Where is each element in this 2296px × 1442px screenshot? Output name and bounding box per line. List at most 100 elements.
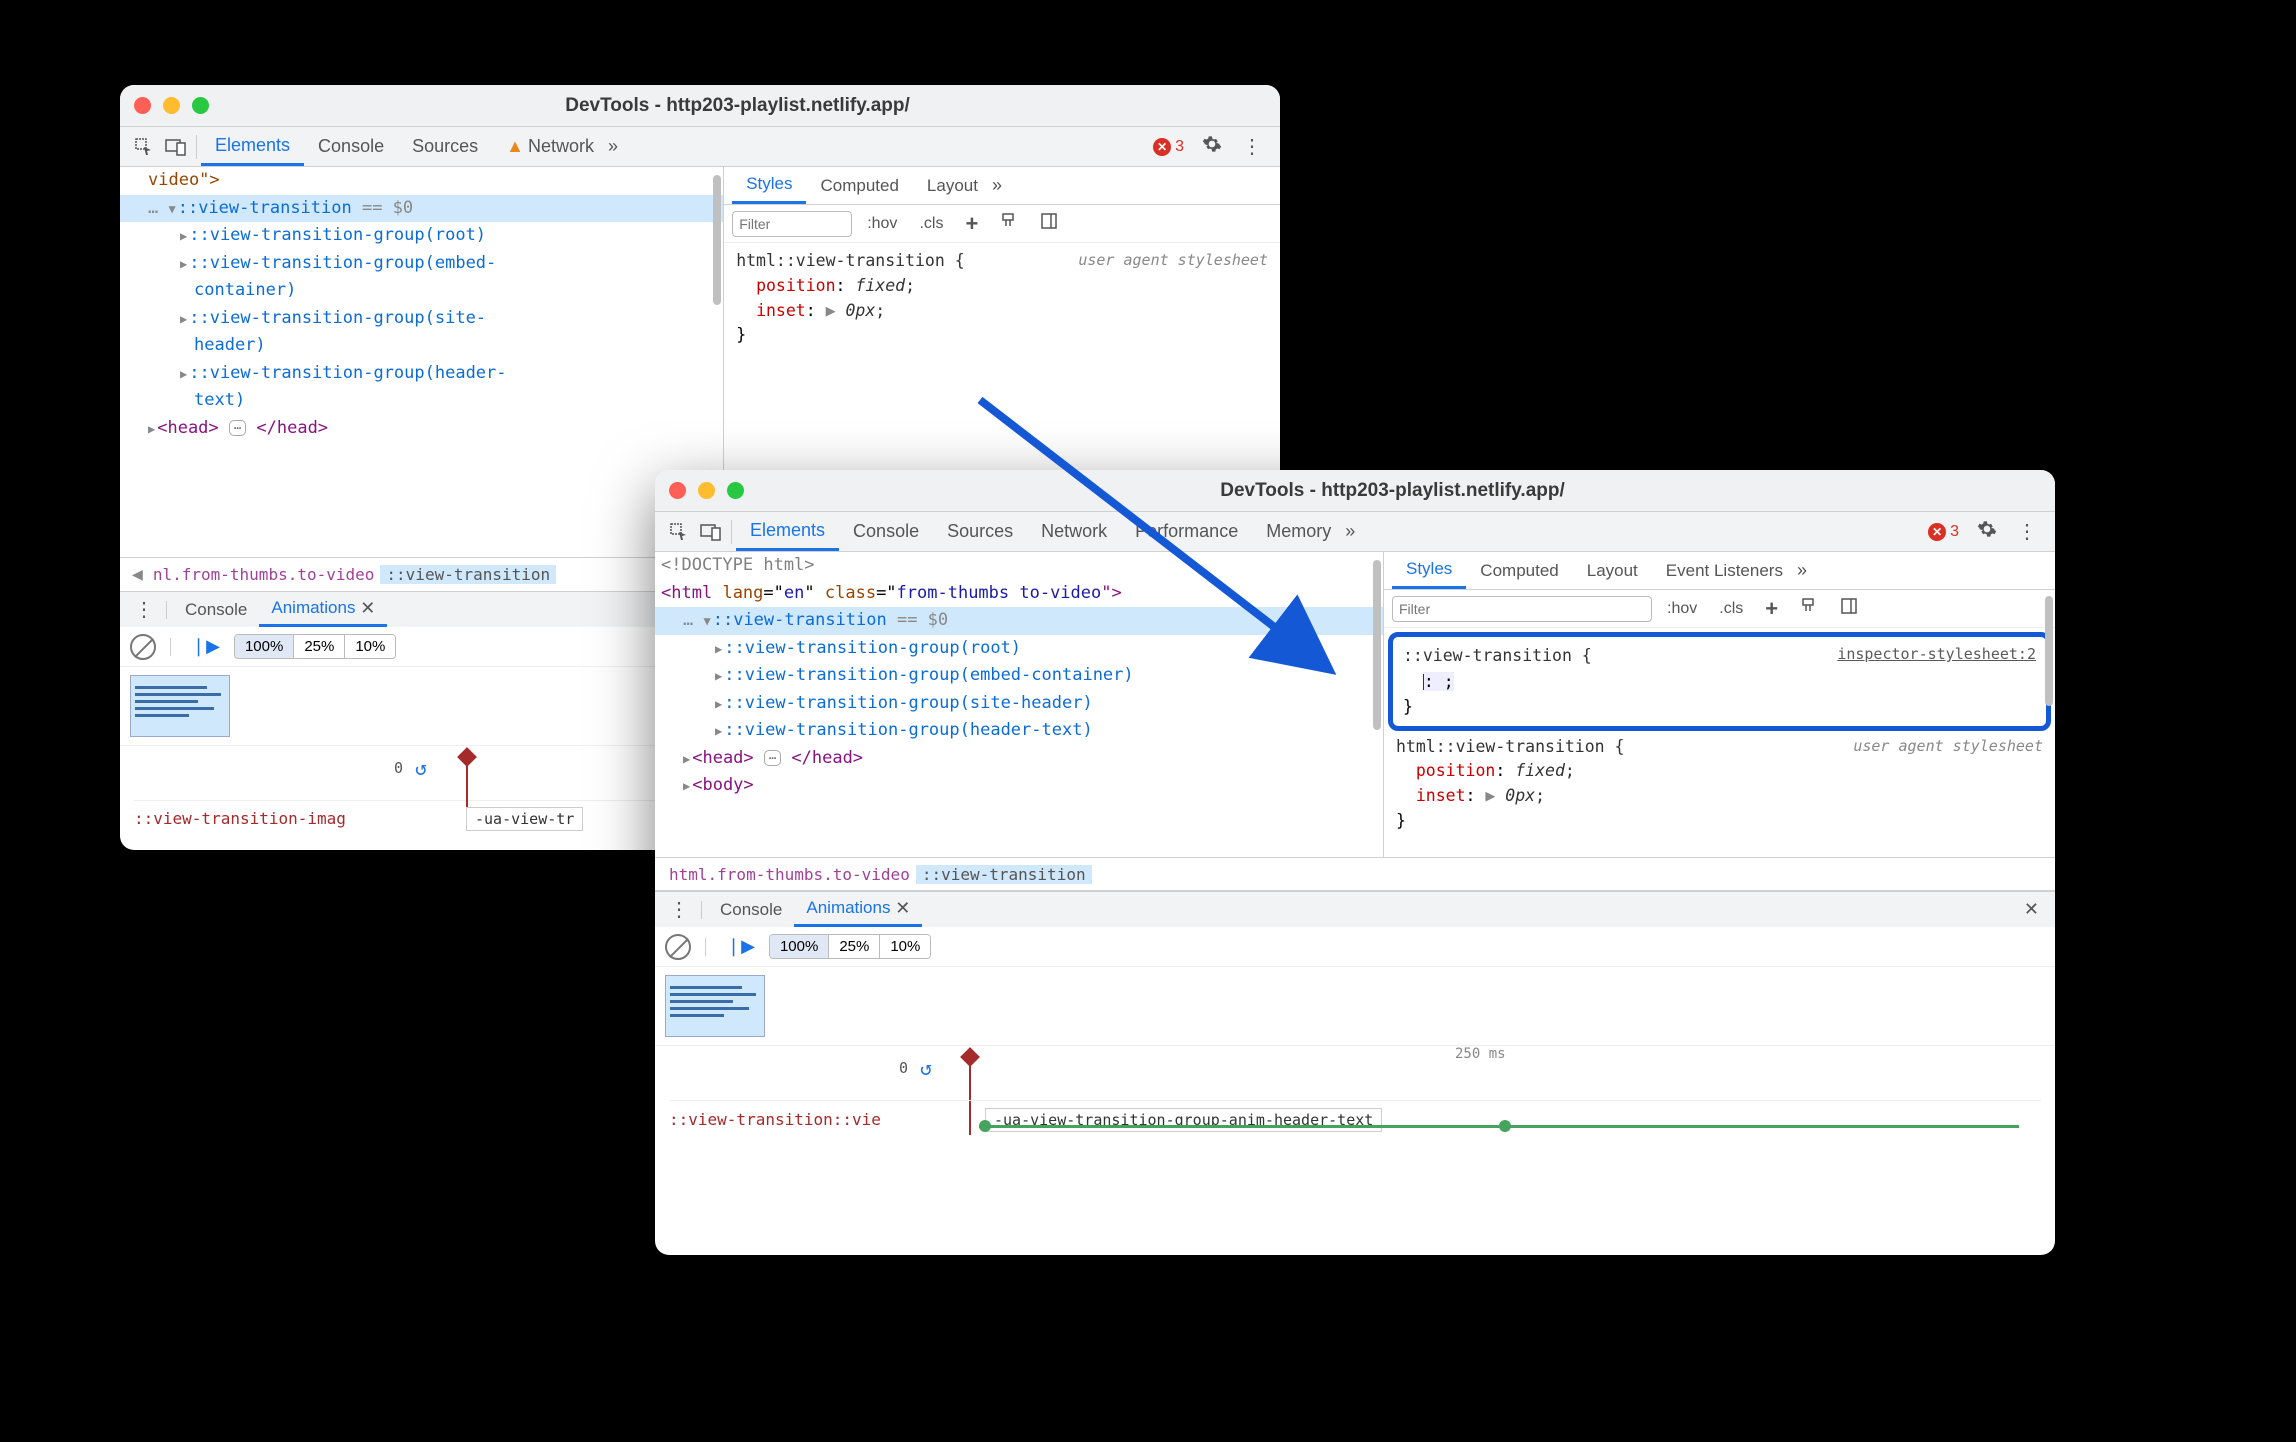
reload-icon[interactable]: ↺ [920, 1056, 932, 1080]
css-prop[interactable]: position [756, 276, 835, 295]
play-icon[interactable]: ❘▶ [185, 636, 226, 657]
drawer-tab-animations[interactable]: Animations ✕ [794, 892, 922, 927]
rule-selector[interactable]: ::view-transition { [1403, 646, 1592, 665]
tab-console[interactable]: Console [304, 127, 398, 166]
rule-source-link[interactable]: inspector-stylesheet:2 [1837, 643, 2036, 666]
zoom-icon[interactable] [192, 97, 209, 114]
dom-node[interactable]: video"> [120, 167, 723, 195]
animation-track[interactable] [979, 1125, 2019, 1128]
drawer-kebab-icon[interactable]: ⋮ [663, 897, 695, 922]
css-prop[interactable]: inset [1416, 786, 1466, 805]
stab-styles[interactable]: Styles [732, 167, 806, 204]
rule-selector[interactable]: html::view-transition { [1396, 737, 1624, 756]
minimize-icon[interactable] [163, 97, 180, 114]
stab-computed[interactable]: Computed [806, 167, 912, 204]
dom-node[interactable]: ▶::view-transition-group(root) [120, 222, 723, 250]
animation-thumbnail[interactable] [665, 975, 765, 1037]
dom-node[interactable]: ▶<head> ⋯ </head> [655, 745, 1383, 773]
error-count[interactable]: ✕3 [1145, 138, 1192, 156]
device-toggle-icon[interactable] [695, 523, 727, 541]
dom-node[interactable]: ▶::view-transition-group(site-header) [655, 690, 1383, 718]
stab-layout[interactable]: Layout [1573, 552, 1652, 589]
kebab-menu-icon[interactable]: ⋮ [2007, 519, 2047, 544]
device-toggle-icon[interactable] [160, 138, 192, 156]
close-icon[interactable]: ✕ [360, 598, 375, 619]
drawer-tab-console[interactable]: Console [708, 892, 794, 927]
speed-100[interactable]: 100% [770, 935, 829, 958]
speed-10[interactable]: 10% [345, 635, 395, 658]
dom-node[interactable]: ▶::view-transition-group(header- [120, 360, 723, 388]
styles-filter-input[interactable] [1392, 596, 1652, 622]
drawer-tab-console[interactable]: Console [173, 592, 259, 627]
tab-network[interactable]: Network [1027, 512, 1121, 551]
rule-source[interactable]: user agent stylesheet [1853, 735, 2043, 758]
stab-layout[interactable]: Layout [913, 167, 992, 204]
more-stabs-icon[interactable]: » [1797, 560, 1804, 581]
dom-node[interactable]: ▶::view-transition-group(header-text) [655, 717, 1383, 745]
close-icon[interactable]: ✕ [895, 898, 910, 919]
drawer-close-icon[interactable]: ✕ [2024, 899, 2047, 920]
animation-thumbnail[interactable] [130, 675, 230, 737]
cls-button[interactable]: .cls [912, 212, 950, 236]
settings-icon[interactable] [1192, 134, 1232, 160]
panel-icon[interactable] [1833, 594, 1865, 623]
tab-elements[interactable]: Elements [736, 512, 839, 551]
clear-icon[interactable] [665, 934, 691, 960]
empty-declaration[interactable]: : ; [1423, 672, 1454, 691]
speed-25[interactable]: 25% [829, 935, 880, 958]
tab-performance[interactable]: Performance [1121, 512, 1252, 551]
tab-elements[interactable]: Elements [201, 127, 304, 166]
scrollbar[interactable] [2045, 596, 2053, 706]
dom-node[interactable]: text) [120, 387, 723, 415]
speed-10[interactable]: 10% [880, 935, 930, 958]
brush-icon[interactable] [1793, 594, 1825, 623]
speed-25[interactable]: 25% [294, 635, 345, 658]
more-stabs-icon[interactable]: » [992, 175, 999, 196]
breadcrumb-item[interactable]: html.from-thumbs.to-video [663, 865, 916, 884]
speed-100[interactable]: 100% [235, 635, 294, 658]
scrollbar[interactable] [713, 175, 721, 305]
inspect-icon[interactable] [663, 522, 695, 542]
dom-node[interactable]: ▶::view-transition-group(root) [655, 635, 1383, 663]
reload-icon[interactable]: ↺ [415, 756, 427, 780]
dom-node[interactable]: ▶::view-transition-group(site- [120, 305, 723, 333]
dom-node[interactable]: container) [120, 277, 723, 305]
rule-source[interactable]: user agent stylesheet [1078, 249, 1268, 272]
drawer-kebab-icon[interactable]: ⋮ [128, 597, 160, 622]
stab-computed[interactable]: Computed [1466, 552, 1572, 589]
dom-node[interactable]: <html lang="en" class="from-thumbs to-vi… [655, 580, 1383, 608]
dom-node-selected[interactable]: … ▼::view-transition == $0 [120, 195, 723, 223]
error-count[interactable]: ✕3 [1920, 523, 1967, 541]
scrollbar[interactable] [1373, 560, 1381, 730]
dom-node[interactable]: ▶<body> [655, 772, 1383, 800]
stab-listeners[interactable]: Event Listeners [1652, 552, 1797, 589]
tab-network[interactable]: ▲Network [492, 127, 608, 166]
styles-filter-input[interactable] [732, 211, 852, 237]
css-prop[interactable]: position [1416, 761, 1495, 780]
cls-button[interactable]: .cls [1712, 597, 1750, 621]
dom-node-selected[interactable]: … ▼::view-transition == $0 [655, 607, 1383, 635]
animation-row[interactable]: ::view-transition::vie -ua-view-transiti… [669, 1100, 2041, 1130]
dom-node[interactable]: ▶<head> ⋯ </head> [120, 415, 723, 443]
zoom-icon[interactable] [727, 482, 744, 499]
hov-button[interactable]: :hov [1660, 597, 1704, 621]
inspect-icon[interactable] [128, 137, 160, 157]
tab-sources[interactable]: Sources [933, 512, 1027, 551]
tab-memory[interactable]: Memory [1252, 512, 1345, 551]
dom-node[interactable]: ▶::view-transition-group(embed- [120, 250, 723, 278]
panel-icon[interactable] [1033, 209, 1065, 238]
hov-button[interactable]: :hov [860, 212, 904, 236]
rule-selector[interactable]: html::view-transition { [736, 251, 964, 270]
breadcrumb-item[interactable]: nl.from-thumbs.to-video [147, 565, 381, 584]
css-prop[interactable]: inset [756, 301, 806, 320]
tab-sources[interactable]: Sources [398, 127, 492, 166]
minimize-icon[interactable] [698, 482, 715, 499]
more-tabs-icon[interactable]: » [1345, 521, 1352, 542]
play-icon[interactable]: ❘▶ [720, 936, 761, 957]
chevron-left-icon[interactable]: ◀ [128, 564, 147, 585]
dom-node[interactable]: header) [120, 332, 723, 360]
close-icon[interactable] [669, 482, 686, 499]
close-icon[interactable] [134, 97, 151, 114]
new-rule-icon[interactable]: + [958, 208, 985, 240]
new-rule-icon[interactable]: + [1758, 593, 1785, 625]
